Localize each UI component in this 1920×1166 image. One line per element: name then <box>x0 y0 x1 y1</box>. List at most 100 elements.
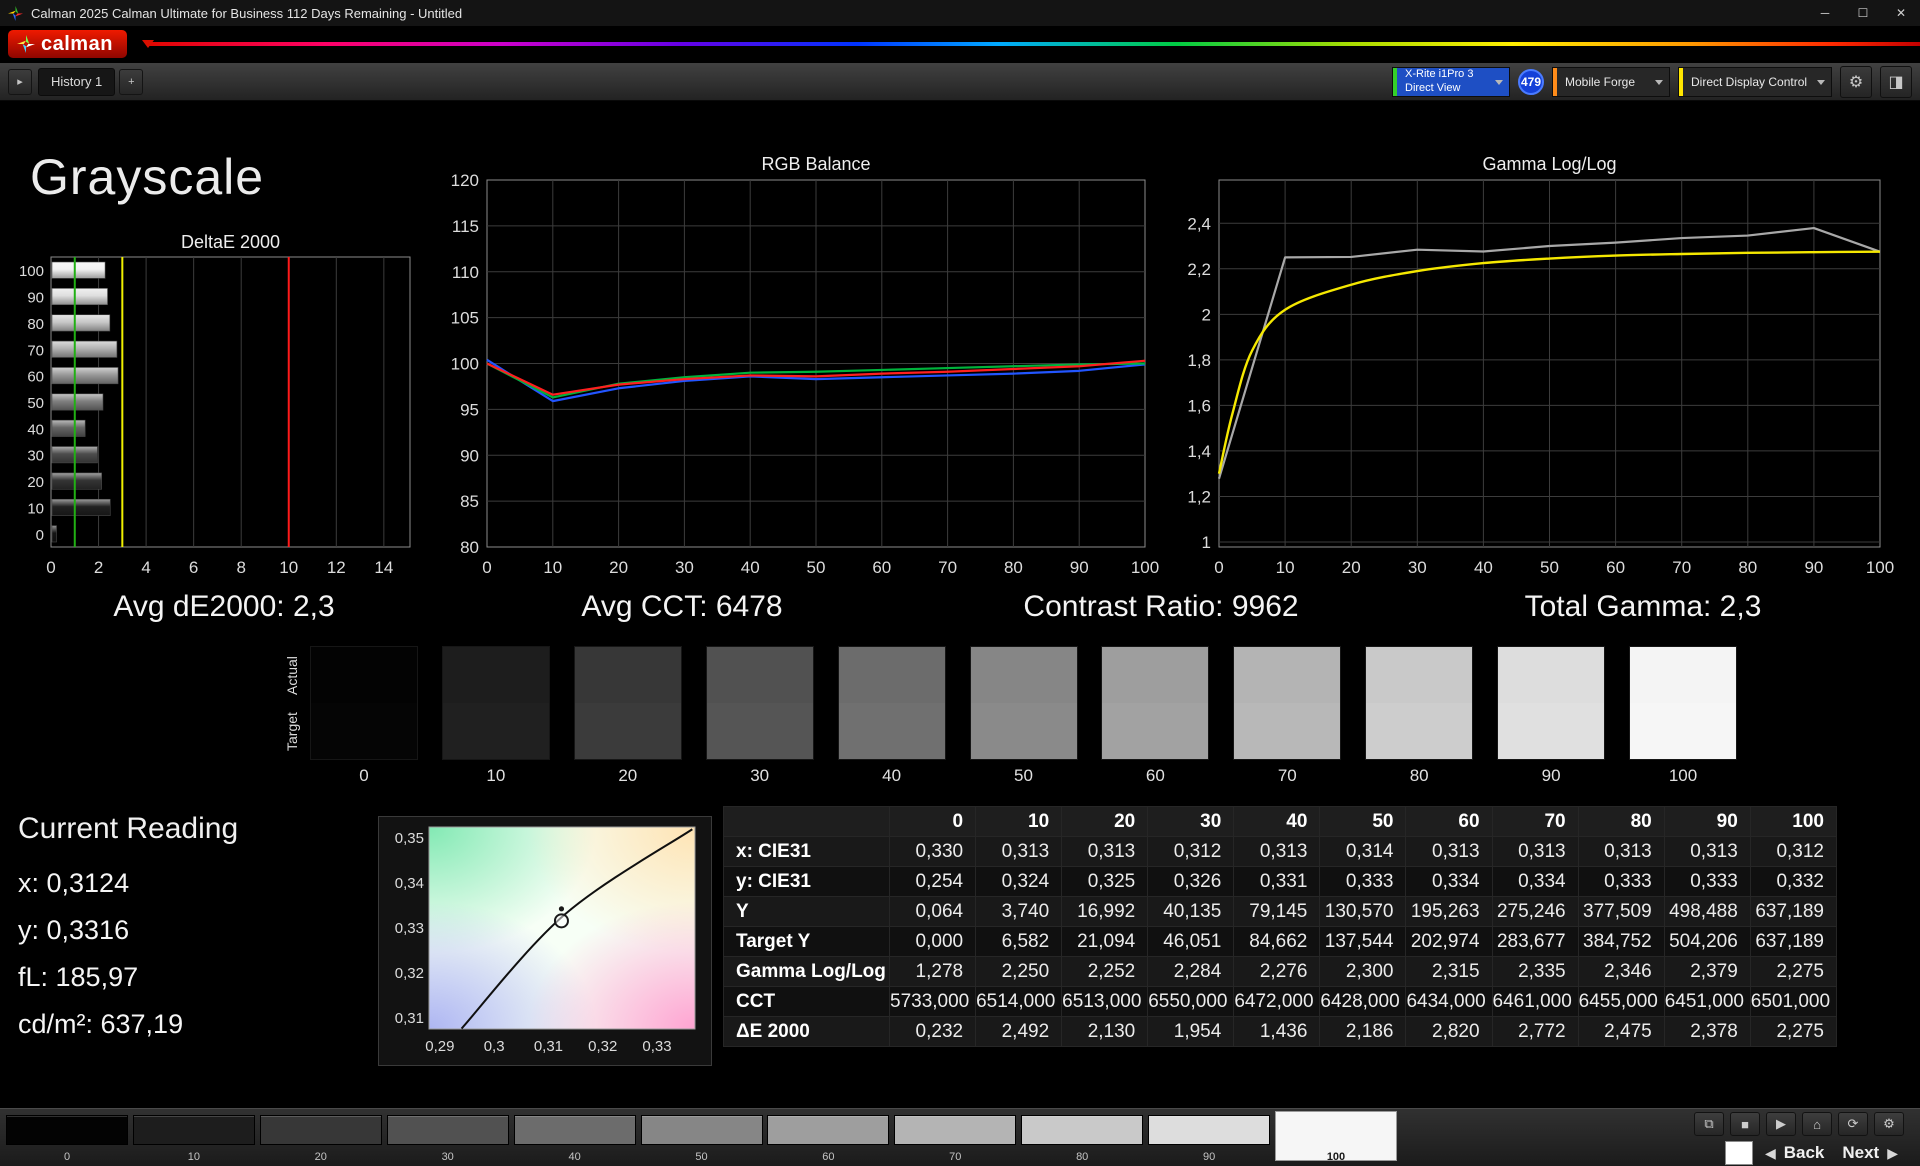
svg-text:0,33: 0,33 <box>642 1038 671 1055</box>
play-icon[interactable]: ▶ <box>1766 1112 1796 1136</box>
table-cell: 130,570 <box>1320 897 1406 927</box>
svg-text:90: 90 <box>1804 558 1823 577</box>
swatch-label-100: 100 <box>1629 766 1737 786</box>
svg-text:50: 50 <box>1540 558 1559 577</box>
calman-logo[interactable]: calman <box>8 30 127 58</box>
history-panel-toggle[interactable]: ▸ <box>8 69 32 95</box>
calman-window: Calman 2025 Calman Ultimate for Business… <box>0 0 1920 1166</box>
next-button[interactable]: Next ▶ <box>1836 1140 1904 1166</box>
toolbar-right: X-Rite i1Pro 3 Direct View 479 Mobile Fo… <box>1392 66 1912 98</box>
table-row: y: CIE310,2540,3240,3250,3260,3310,3330,… <box>724 867 1837 897</box>
svg-text:80: 80 <box>1004 558 1023 577</box>
table-row-label: Y <box>724 897 890 927</box>
swatch-90 <box>1497 646 1605 760</box>
svg-text:40: 40 <box>1474 558 1493 577</box>
table-cell: 0,313 <box>1492 837 1578 867</box>
table-col-80: 80 <box>1578 807 1664 837</box>
table-cell: 5733,000 <box>890 987 976 1017</box>
svg-text:0: 0 <box>482 558 491 577</box>
table-col-70: 70 <box>1492 807 1578 837</box>
pattern-source-dropdown[interactable]: Mobile Forge <box>1552 67 1670 97</box>
table-cell: 2,275 <box>1750 957 1836 987</box>
footer-patch-20[interactable] <box>260 1115 382 1145</box>
brand-menu-caret-icon[interactable] <box>142 40 154 48</box>
close-button[interactable]: ✕ <box>1882 0 1920 26</box>
table-cell: 2,335 <box>1492 957 1578 987</box>
footer-patch-70[interactable] <box>894 1115 1016 1145</box>
swatch-50-target <box>971 703 1077 759</box>
footer-patch-80[interactable] <box>1021 1115 1143 1145</box>
tab-history-1[interactable]: History 1 <box>38 68 115 96</box>
meter-name: X-Rite i1Pro 3 <box>1405 68 1487 81</box>
back-arrow-icon: ◀ <box>1765 1145 1776 1162</box>
back-button[interactable]: ◀ Back <box>1759 1140 1830 1166</box>
svg-text:110: 110 <box>452 263 479 282</box>
swatch-10-actual <box>443 647 549 703</box>
table-cell: 2,284 <box>1148 957 1234 987</box>
table-col-60: 60 <box>1406 807 1492 837</box>
swatch-60-actual <box>1102 647 1208 703</box>
right-panel-toggle-icon[interactable]: ◨ <box>1880 66 1912 98</box>
minimize-button[interactable]: ─ <box>1806 0 1844 26</box>
table-cell: 0,312 <box>1750 837 1836 867</box>
svg-text:100: 100 <box>19 263 44 280</box>
footer-patch-label-90: 90 <box>1148 1151 1270 1163</box>
svg-text:80: 80 <box>460 538 479 557</box>
footer-patch-40[interactable] <box>514 1115 636 1145</box>
settings-icon[interactable]: ⚙ <box>1874 1112 1904 1136</box>
svg-text:20: 20 <box>27 474 44 491</box>
next-arrow-icon: ▶ <box>1887 1145 1898 1162</box>
svg-text:30: 30 <box>1408 558 1427 577</box>
meter-select-dropdown[interactable]: X-Rite i1Pro 3 Direct View <box>1392 67 1510 97</box>
svg-text:10: 10 <box>27 500 44 517</box>
svg-text:1: 1 <box>1202 533 1211 552</box>
swatch-label-90: 90 <box>1497 766 1605 786</box>
swatch-70-target <box>1234 703 1340 759</box>
svg-text:50: 50 <box>27 395 44 412</box>
table-cell: 637,189 <box>1750 927 1836 957</box>
svg-text:40: 40 <box>741 558 760 577</box>
svg-text:120: 120 <box>451 171 479 190</box>
table-cell: 2,186 <box>1320 1017 1406 1047</box>
swatch-70-actual <box>1234 647 1340 703</box>
footer-patch-90[interactable] <box>1148 1115 1270 1145</box>
table-cell: 0,064 <box>890 897 976 927</box>
svg-text:20: 20 <box>609 558 628 577</box>
back-label: Back <box>1784 1143 1825 1163</box>
gear-icon[interactable]: ⚙ <box>1840 66 1872 98</box>
footer-patch-10[interactable] <box>133 1115 255 1145</box>
footer-patch-label-20: 20 <box>260 1151 382 1163</box>
svg-text:2,4: 2,4 <box>1187 214 1211 233</box>
home-icon[interactable]: ⌂ <box>1802 1112 1832 1136</box>
swatch-100-actual <box>1630 647 1736 703</box>
swatch-label-70: 70 <box>1233 766 1341 786</box>
svg-text:10: 10 <box>279 558 298 577</box>
table-cell: 0,312 <box>1148 837 1234 867</box>
table-cell: 0,313 <box>1578 837 1664 867</box>
cie-xy-panel: 0,350,340,330,320,310,290,30,310,320,33 <box>378 816 712 1066</box>
add-tab-button[interactable]: + <box>119 69 143 95</box>
display-control-dropdown[interactable]: Direct Display Control <box>1678 67 1832 97</box>
current-patch-preview[interactable] <box>1725 1141 1753 1165</box>
deltae-bar-70 <box>52 341 117 357</box>
table-corner-cell <box>724 807 890 837</box>
footer-patch-30[interactable] <box>387 1115 509 1145</box>
table-cell: 2,275 <box>1750 1017 1836 1047</box>
refresh-icon[interactable]: ⟳ <box>1838 1112 1868 1136</box>
footer-patch-label-40: 40 <box>514 1151 636 1163</box>
table-cell: 6472,000 <box>1234 987 1320 1017</box>
footer-patch-60[interactable] <box>767 1115 889 1145</box>
deltae-bar-90 <box>52 288 108 304</box>
maximize-button[interactable]: ☐ <box>1844 0 1882 26</box>
table-cell: 504,206 <box>1664 927 1750 957</box>
table-cell: 137,544 <box>1320 927 1406 957</box>
swatch-60 <box>1101 646 1209 760</box>
footer-patch-0[interactable] <box>6 1115 128 1145</box>
footer-patch-label-30: 30 <box>387 1151 509 1163</box>
table-cell: 16,992 <box>1062 897 1148 927</box>
footer-patch-50[interactable] <box>641 1115 763 1145</box>
stop-icon[interactable]: ■ <box>1730 1112 1760 1136</box>
table-cell: 0,313 <box>1062 837 1148 867</box>
pop-out-icon[interactable]: ⧉ <box>1694 1112 1724 1136</box>
pattern-source-label: Mobile Forge <box>1565 75 1647 89</box>
